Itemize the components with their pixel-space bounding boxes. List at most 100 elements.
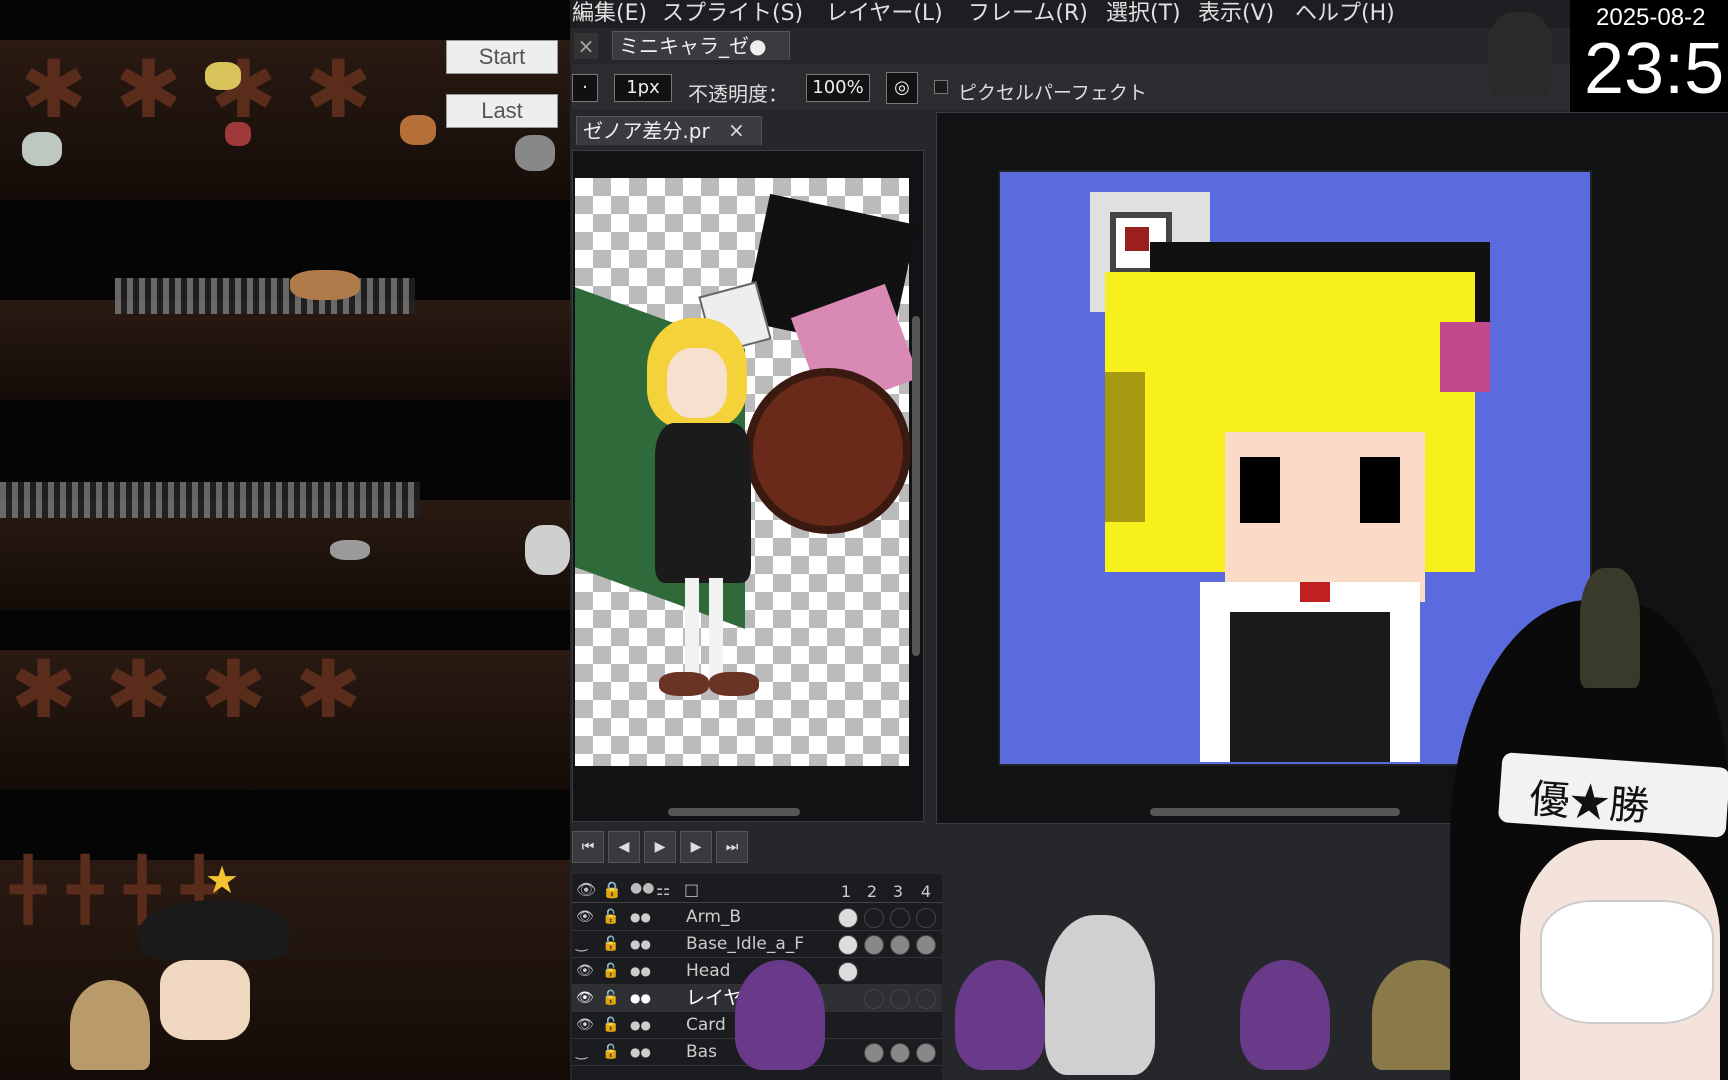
tab-document[interactable]: ミニキャラ_ゼ●	[612, 31, 790, 60]
layer-name: レイヤ	[686, 987, 743, 1009]
layer-row[interactable]: 👁 🔓 ●● Arm_B	[572, 904, 942, 931]
first-frame-icon[interactable]: ⏮	[572, 831, 604, 863]
spike-hazard	[115, 278, 415, 314]
brush-size-field[interactable]: 1px	[614, 74, 672, 102]
lock-icon[interactable]: 🔓	[602, 985, 619, 1011]
enemy-sprite	[525, 525, 570, 575]
bowtie-pixel-art	[1300, 582, 1330, 602]
link-icon[interactable]: ●●	[630, 958, 651, 984]
poop-enemy-sprite	[70, 980, 150, 1070]
visibility-icon[interactable]: 👁	[576, 1012, 594, 1038]
player-sprite	[160, 960, 250, 1040]
enemy-sprite	[330, 540, 370, 560]
next-frame-icon[interactable]: ▶	[680, 831, 712, 863]
link-icon[interactable]: ●●	[630, 931, 651, 957]
cel-cell[interactable]	[864, 935, 884, 955]
game-window: ✱ ✱ ✱ ✱ ✱ ✱ ✱ ✱ ╋ ╋ ╋ ╋ ★ Start Last	[0, 0, 570, 1080]
frame-number[interactable]: 4	[914, 882, 938, 901]
menu-view[interactable]: 表示(V)	[1198, 0, 1274, 28]
vest-pixel-art	[1230, 612, 1390, 762]
clock-time: 23:5	[1584, 29, 1725, 109]
menu-edit[interactable]: 編集(E)	[572, 0, 647, 28]
character-shoe	[709, 672, 759, 696]
cel-cell[interactable]	[916, 1043, 936, 1063]
opacity-label: 不透明度：	[688, 82, 788, 106]
link-icon[interactable]: ●●	[630, 1039, 651, 1065]
frame-number[interactable]: 2	[860, 882, 884, 901]
lock-icon[interactable]: 🔓	[602, 904, 619, 930]
fence-decoration: ✱ ✱ ✱ ✱	[10, 643, 362, 736]
enemy-sprite	[22, 132, 62, 166]
cel-cell[interactable]	[864, 989, 884, 1009]
frame-number[interactable]: 3	[886, 882, 910, 901]
cel-cell[interactable]	[890, 989, 910, 1009]
layer-name: Card	[686, 1015, 726, 1035]
reference-h-scrollbar[interactable]	[668, 808, 800, 816]
pixel-perfect-checkbox[interactable]	[934, 80, 948, 94]
menu-help[interactable]: ヘルプ(H)	[1295, 0, 1395, 28]
canvas-h-scrollbar[interactable]	[1150, 808, 1400, 816]
roulette-wheel	[745, 368, 911, 534]
cel-cell[interactable]	[916, 989, 936, 1009]
cel-cell[interactable]	[838, 962, 858, 982]
lock-icon[interactable]: 🔓	[602, 931, 619, 957]
menu-select[interactable]: 選択(T)	[1106, 0, 1181, 28]
layer-mode-icon[interactable]: ⚏	[656, 880, 670, 899]
cel-cell[interactable]	[890, 908, 910, 928]
cel-cell[interactable]	[916, 908, 936, 928]
character-body	[655, 423, 751, 583]
lock-icon[interactable]: 🔓	[602, 1012, 619, 1038]
prev-frame-icon[interactable]: ◀	[608, 831, 640, 863]
cel-cell[interactable]	[890, 935, 910, 955]
frame-number[interactable]: 1	[834, 882, 858, 901]
visibility-header-icon: 👁	[576, 880, 597, 899]
play-icon[interactable]: ▶	[644, 831, 676, 863]
enemy-sprite	[515, 135, 555, 171]
link-icon[interactable]: ●●	[630, 985, 651, 1011]
close-tab-icon[interactable]: ×	[574, 33, 598, 59]
lock-icon[interactable]: 🔓	[602, 958, 619, 984]
dice-pip-pixel-art	[1125, 227, 1149, 251]
visibility-icon[interactable]: 👁	[576, 985, 594, 1011]
menu-layer[interactable]: レイヤー(L)	[826, 0, 943, 28]
visibility-icon[interactable]: 👁	[576, 958, 594, 984]
crow-sprite	[955, 960, 1045, 1070]
lock-icon[interactable]: 🔓	[602, 1039, 619, 1065]
silver-hair-character-sprite	[1045, 915, 1155, 1075]
layer-row[interactable]: ‿ 🔓 ●● Base_Idle_a_F	[572, 931, 942, 958]
link-icon[interactable]: ●●	[630, 904, 651, 930]
visibility-off-icon[interactable]: ‿	[576, 1039, 587, 1065]
mini-character-sprite	[1580, 568, 1640, 688]
star-icon: ★	[205, 858, 240, 902]
crow-sprite	[735, 960, 825, 1070]
enemy-sprite	[400, 115, 436, 145]
cel-cell[interactable]	[864, 908, 884, 928]
link-icon[interactable]: ●●	[630, 1012, 651, 1038]
eye-pixel-art	[1360, 457, 1400, 523]
visibility-icon[interactable]: 👁	[576, 904, 594, 930]
start-button[interactable]: Start	[446, 40, 558, 74]
brush-shape-select[interactable]: ·	[572, 74, 598, 102]
cel-cell[interactable]	[838, 908, 858, 928]
layer-name: Base_Idle_a_F	[686, 934, 805, 954]
enemy-sprite	[205, 62, 241, 90]
ink-mode-icon[interactable]: ◎	[886, 72, 918, 104]
opacity-field[interactable]: 100%	[806, 74, 870, 102]
last-frame-icon[interactable]: ⏭	[716, 831, 748, 863]
new-layer-icon[interactable]: □	[684, 880, 699, 899]
cel-cell[interactable]	[916, 935, 936, 955]
layer-name: Head	[686, 961, 731, 981]
menu-frame[interactable]: フレーム(R)	[968, 0, 1088, 28]
menu-sprite[interactable]: スプライト(S)	[662, 0, 803, 28]
cel-cell[interactable]	[890, 1043, 910, 1063]
close-reference-icon[interactable]: ×	[728, 118, 745, 142]
last-button[interactable]: Last	[446, 94, 558, 128]
flower-pixel-art	[1440, 322, 1490, 392]
headband: 優★勝	[1497, 752, 1728, 838]
cel-cell[interactable]	[864, 1043, 884, 1063]
visibility-off-icon[interactable]: ‿	[576, 931, 587, 957]
reference-v-scrollbar[interactable]	[912, 316, 920, 656]
lock-header-icon: 🔒	[602, 880, 622, 899]
face-mask	[1540, 900, 1714, 1024]
cel-cell[interactable]	[838, 935, 858, 955]
